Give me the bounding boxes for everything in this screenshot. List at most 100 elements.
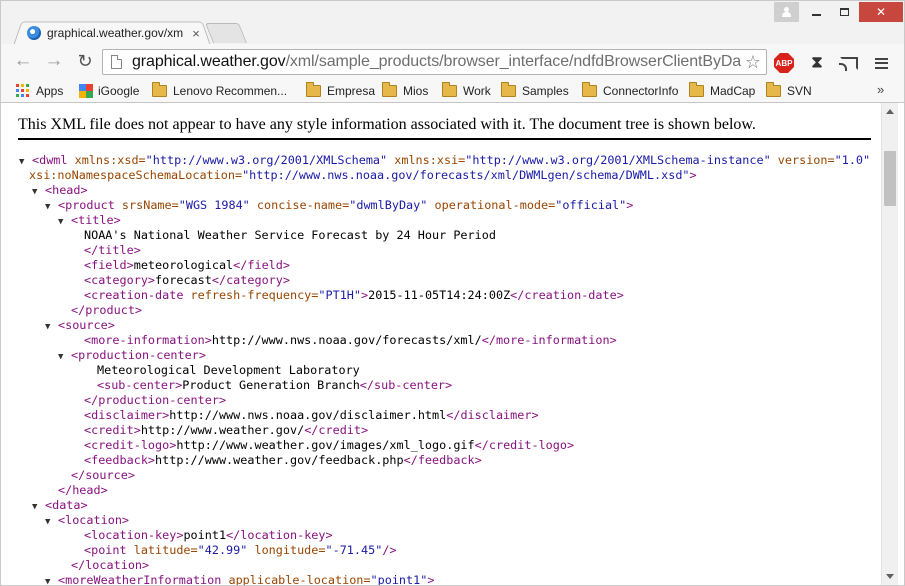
collapse-triangle-icon[interactable]: ▼ <box>45 575 58 585</box>
vertical-scrollbar[interactable] <box>881 103 898 585</box>
tab-xml-document[interactable]: graphical.weather.gov/xm × <box>13 19 211 46</box>
divider <box>18 138 871 140</box>
xml-text <box>771 153 778 167</box>
minimize-button[interactable] <box>803 2 829 22</box>
xml-tag: </credit-logo> <box>474 438 575 452</box>
xml-line: <field>meteorological</field> <box>71 258 290 273</box>
xml-text: http://www.weather.gov/ <box>140 423 305 437</box>
adblock-plus-icon[interactable]: ABP <box>774 53 794 73</box>
xml-line: ▼ <head> <box>32 183 88 198</box>
extension-tree-icon[interactable]: ⧗ <box>806 52 828 74</box>
bookmark-label: MadCap <box>710 83 756 98</box>
noaa-favicon-icon <box>27 26 41 40</box>
cast-button[interactable] <box>838 52 860 74</box>
xml-attr-name: version= <box>777 153 835 167</box>
scrollbar-thumb[interactable] <box>884 151 896 206</box>
xml-attr-value: "http://www.w3.org/2001/XMLSchema-instan… <box>465 153 771 167</box>
bookmark-lenovo-recommen[interactable]: Lenovo Recommen... <box>152 81 287 100</box>
xml-tag: <location> <box>58 513 130 527</box>
xml-attr-name: refresh-frequency= <box>190 288 319 302</box>
page-content: This XML file does not appear to have an… <box>0 103 905 586</box>
folder-icon <box>501 81 516 97</box>
reload-button[interactable]: ↻ <box>72 48 98 74</box>
xml-tag: </head> <box>58 483 108 497</box>
xml-tag: > <box>427 573 435 586</box>
xml-attr-name: applicable-location= <box>228 573 371 586</box>
xml-attr-name: xmlns:xsd= <box>74 153 146 167</box>
new-tab-button[interactable] <box>204 23 248 43</box>
maximize-button[interactable] <box>831 2 857 22</box>
xml-tag: <moreWeatherInformation <box>58 573 229 586</box>
bookmark-label: Apps <box>36 83 64 98</box>
xml-attr-name: xsi:noNamespaceSchemaLocation= <box>29 168 243 182</box>
xml-tag: </field> <box>233 258 290 272</box>
xml-text: http://www.nws.noaa.gov/disclaimer.html <box>169 408 447 422</box>
scroll-down-icon[interactable] <box>886 574 894 579</box>
bookmark-empresa[interactable]: Empresa <box>306 81 375 100</box>
url-text[interactable]: graphical.weather.gov/xml/sample_product… <box>132 53 742 71</box>
xml-tag: </location> <box>71 558 150 572</box>
xml-line: ▼ <data> <box>32 498 88 513</box>
xml-text: 2015-11-05T14:24:00Z <box>368 288 511 302</box>
xml-line: <feedback>http://www.weather.gov/feedbac… <box>71 453 482 468</box>
url-path: /xml/sample_products/browser_interface/n… <box>285 53 742 70</box>
xml-tag: </disclaimer> <box>446 408 539 422</box>
xml-line: <credit-logo>http://www.weather.gov/imag… <box>71 438 574 453</box>
collapse-triangle-icon[interactable]: ▼ <box>58 350 71 365</box>
page-info-icon[interactable] <box>111 55 122 69</box>
more-bookmarks-chevron-icon[interactable]: » <box>877 82 884 97</box>
folder-icon <box>689 81 704 97</box>
xml-line: NOAA's National Weather Service Forecast… <box>71 228 496 243</box>
xml-attr-value: "dwmlByDay" <box>349 198 428 212</box>
bookmark-svn[interactable]: SVN <box>766 81 812 100</box>
xml-tag: <category> <box>84 273 156 287</box>
bookmark-work[interactable]: Work <box>442 81 491 100</box>
xml-line: <category>forecast</category> <box>71 273 290 288</box>
bookmark-star-icon[interactable]: ☆ <box>742 52 764 73</box>
collapse-triangle-icon[interactable]: ▼ <box>32 500 45 515</box>
bookmark-connectorinfo[interactable]: ConnectorInfo <box>582 81 678 100</box>
bookmark-mios[interactable]: Mios <box>382 81 428 100</box>
collapse-triangle-icon[interactable]: ▼ <box>58 215 71 230</box>
xml-tag: <credit-logo> <box>84 438 177 452</box>
xml-tag: </product> <box>71 303 143 317</box>
xml-attr-name: srsName= <box>121 198 179 212</box>
bookmark-apps[interactable]: Apps <box>16 81 63 100</box>
xml-attr-value: "PT1H" <box>318 288 362 302</box>
xml-text: meteorological <box>133 258 234 272</box>
collapse-triangle-icon[interactable]: ▼ <box>32 185 45 200</box>
xml-line: ▼ <product srsName="WGS 1984" concise-nam… <box>45 198 633 213</box>
xml-text: http://www.weather.gov/feedback.php <box>155 453 404 467</box>
collapse-triangle-icon[interactable]: ▼ <box>45 320 58 335</box>
xml-tag: > <box>689 168 697 182</box>
cast-icon <box>839 56 858 71</box>
user-profile-button[interactable] <box>774 2 799 22</box>
bookmark-igoogle[interactable]: iGoogle <box>79 81 139 100</box>
xml-tag: </title> <box>84 243 141 257</box>
xml-line: ▼ <location> <box>45 513 129 528</box>
xml-attr-value: "1.0" <box>834 153 871 167</box>
title-bar: graphical.weather.gov/xm × ✕ <box>0 0 905 46</box>
address-bar[interactable]: graphical.weather.gov/xml/sample_product… <box>102 49 767 75</box>
xml-line: </head> <box>45 483 108 498</box>
bookmark-madcap[interactable]: MadCap <box>689 81 755 100</box>
xml-line: <credit>http://www.weather.gov/</credit> <box>71 423 368 438</box>
collapse-triangle-icon[interactable]: ▼ <box>45 200 58 215</box>
bookmark-label: Lenovo Recommen... <box>173 83 288 98</box>
scroll-up-icon[interactable] <box>886 109 894 114</box>
close-window-button[interactable]: ✕ <box>859 2 903 22</box>
xml-attr-name: operational-mode= <box>434 198 556 212</box>
xml-tag: </sub-center> <box>359 378 453 392</box>
back-button[interactable]: ← <box>10 48 36 74</box>
bookmark-samples[interactable]: Samples <box>501 81 569 100</box>
bookmark-label: ConnectorInfo <box>603 83 679 98</box>
folder-icon <box>442 81 457 97</box>
xml-tag: </location-key> <box>226 528 333 542</box>
xml-attr-value: "http://www.w3.org/2001/XMLSchema" <box>145 153 388 167</box>
collapse-triangle-icon[interactable]: ▼ <box>45 515 58 530</box>
folder-icon <box>382 81 397 97</box>
xml-tag: </credit> <box>304 423 369 437</box>
chrome-menu-button[interactable] <box>870 52 892 74</box>
forward-button[interactable]: → <box>41 48 67 74</box>
tab-close-icon[interactable]: × <box>189 26 203 41</box>
